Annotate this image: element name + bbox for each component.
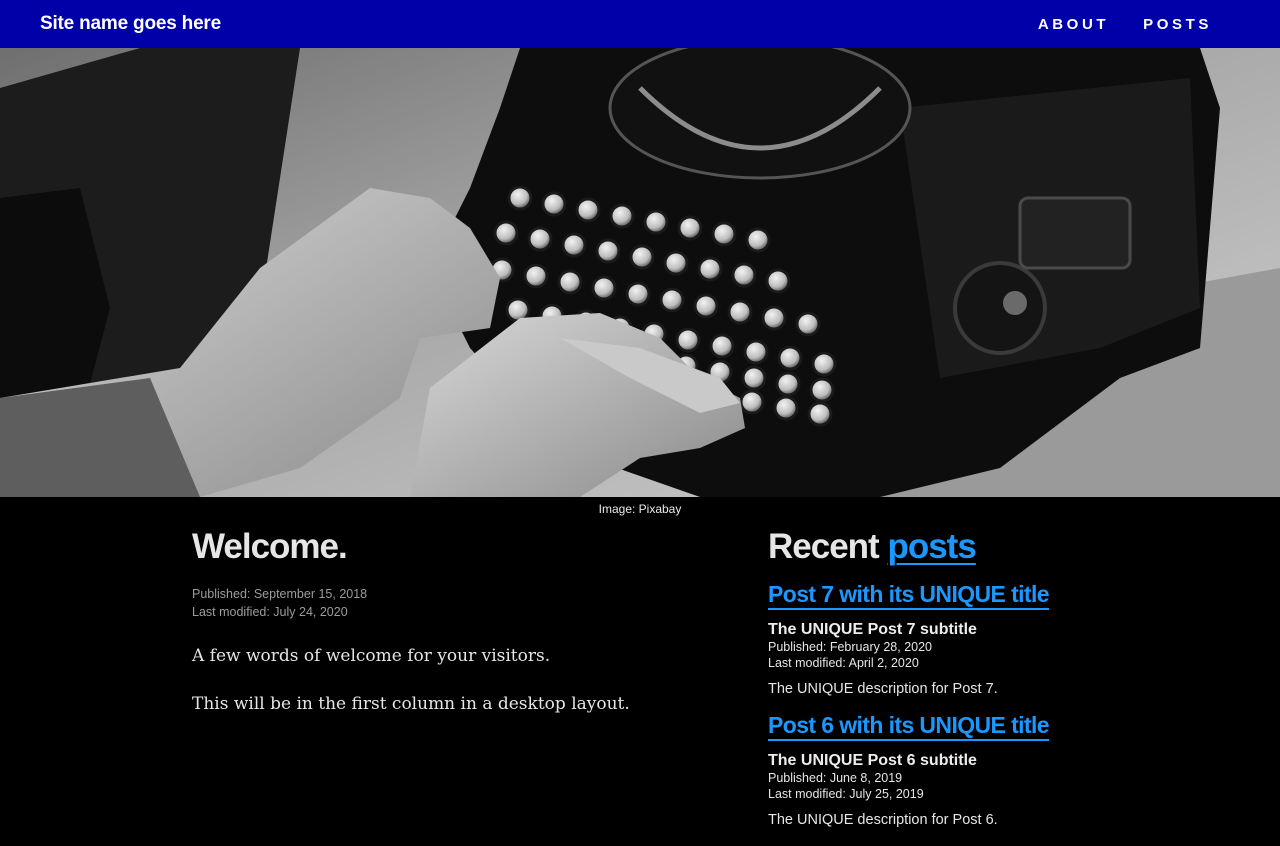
hero-caption: Image: Pixabay: [598, 502, 682, 516]
welcome-section: Welcome. Published: September 15, 2018 L…: [192, 523, 768, 843]
post-subtitle: The UNIQUE Post 7 subtitle: [768, 621, 977, 638]
main-nav: ABOUT POSTS: [1038, 16, 1212, 33]
welcome-paragraph: A few words of welcome for your visitors…: [192, 646, 551, 666]
welcome-title: Welcome.: [192, 527, 348, 566]
site-header: Site name goes here ABOUT POSTS: [0, 0, 1280, 48]
post-subtitle: The UNIQUE Post 6 subtitle: [768, 752, 977, 769]
post-item: Post 6 with its UNIQUE title The UNIQUE …: [768, 712, 1148, 829]
post-description: The UNIQUE description for Post 6.: [768, 812, 998, 828]
hero-image: [0, 48, 1280, 497]
recent-posts-link[interactable]: posts: [887, 527, 976, 566]
nav-posts[interactable]: POSTS: [1143, 16, 1212, 33]
nav-about[interactable]: ABOUT: [1038, 16, 1109, 33]
site-name-link[interactable]: Site name goes here: [40, 13, 221, 35]
welcome-body: A few words of welcome for your visitors…: [192, 643, 768, 717]
recent-posts-section: Recent posts Post 7 with its UNIQUE titl…: [768, 523, 1148, 843]
post-item: Post 7 with its UNIQUE title The UNIQUE …: [768, 581, 1148, 698]
post-modified: Last modified: July 25, 2019: [768, 787, 924, 801]
post-published: Published: February 28, 2020: [768, 640, 932, 654]
welcome-published: Published: September 15, 2018: [192, 587, 368, 601]
post-modified: Last modified: April 2, 2020: [768, 656, 919, 670]
typewriter-photo: [0, 48, 1280, 497]
post-published: Published: June 8, 2019: [768, 771, 903, 785]
welcome-paragraph: This will be in the first column in a de…: [192, 694, 630, 714]
main-content: Welcome. Published: September 15, 2018 L…: [0, 523, 1280, 843]
post-description: The UNIQUE description for Post 7.: [768, 681, 998, 697]
welcome-modified: Last modified: July 24, 2020: [192, 605, 348, 619]
recent-heading-prefix: Recent: [768, 527, 880, 566]
post-title-link[interactable]: Post 7 with its UNIQUE title: [768, 581, 1050, 610]
recent-posts-heading: Recent posts: [768, 527, 1148, 567]
post-title-link[interactable]: Post 6 with its UNIQUE title: [768, 712, 1050, 741]
